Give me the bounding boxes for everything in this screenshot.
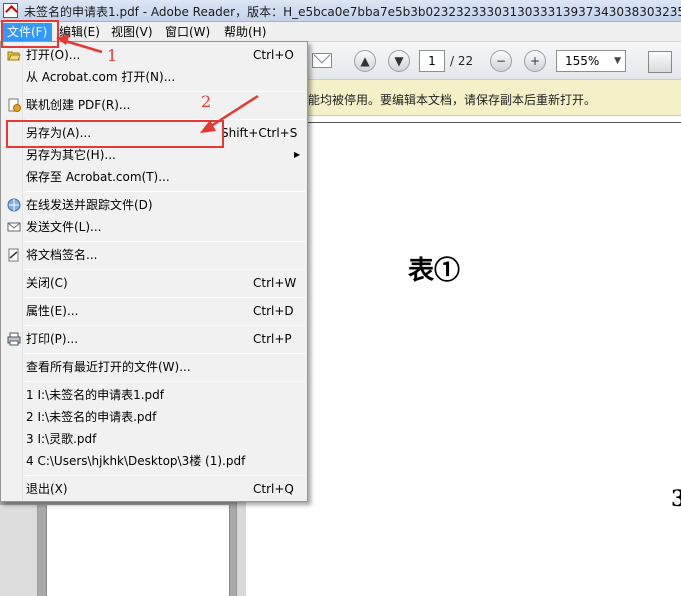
annotation-arrow-1 [56, 34, 103, 54]
annotation-arrow-2 [200, 94, 259, 133]
annotation-arrows [56, 34, 259, 133]
